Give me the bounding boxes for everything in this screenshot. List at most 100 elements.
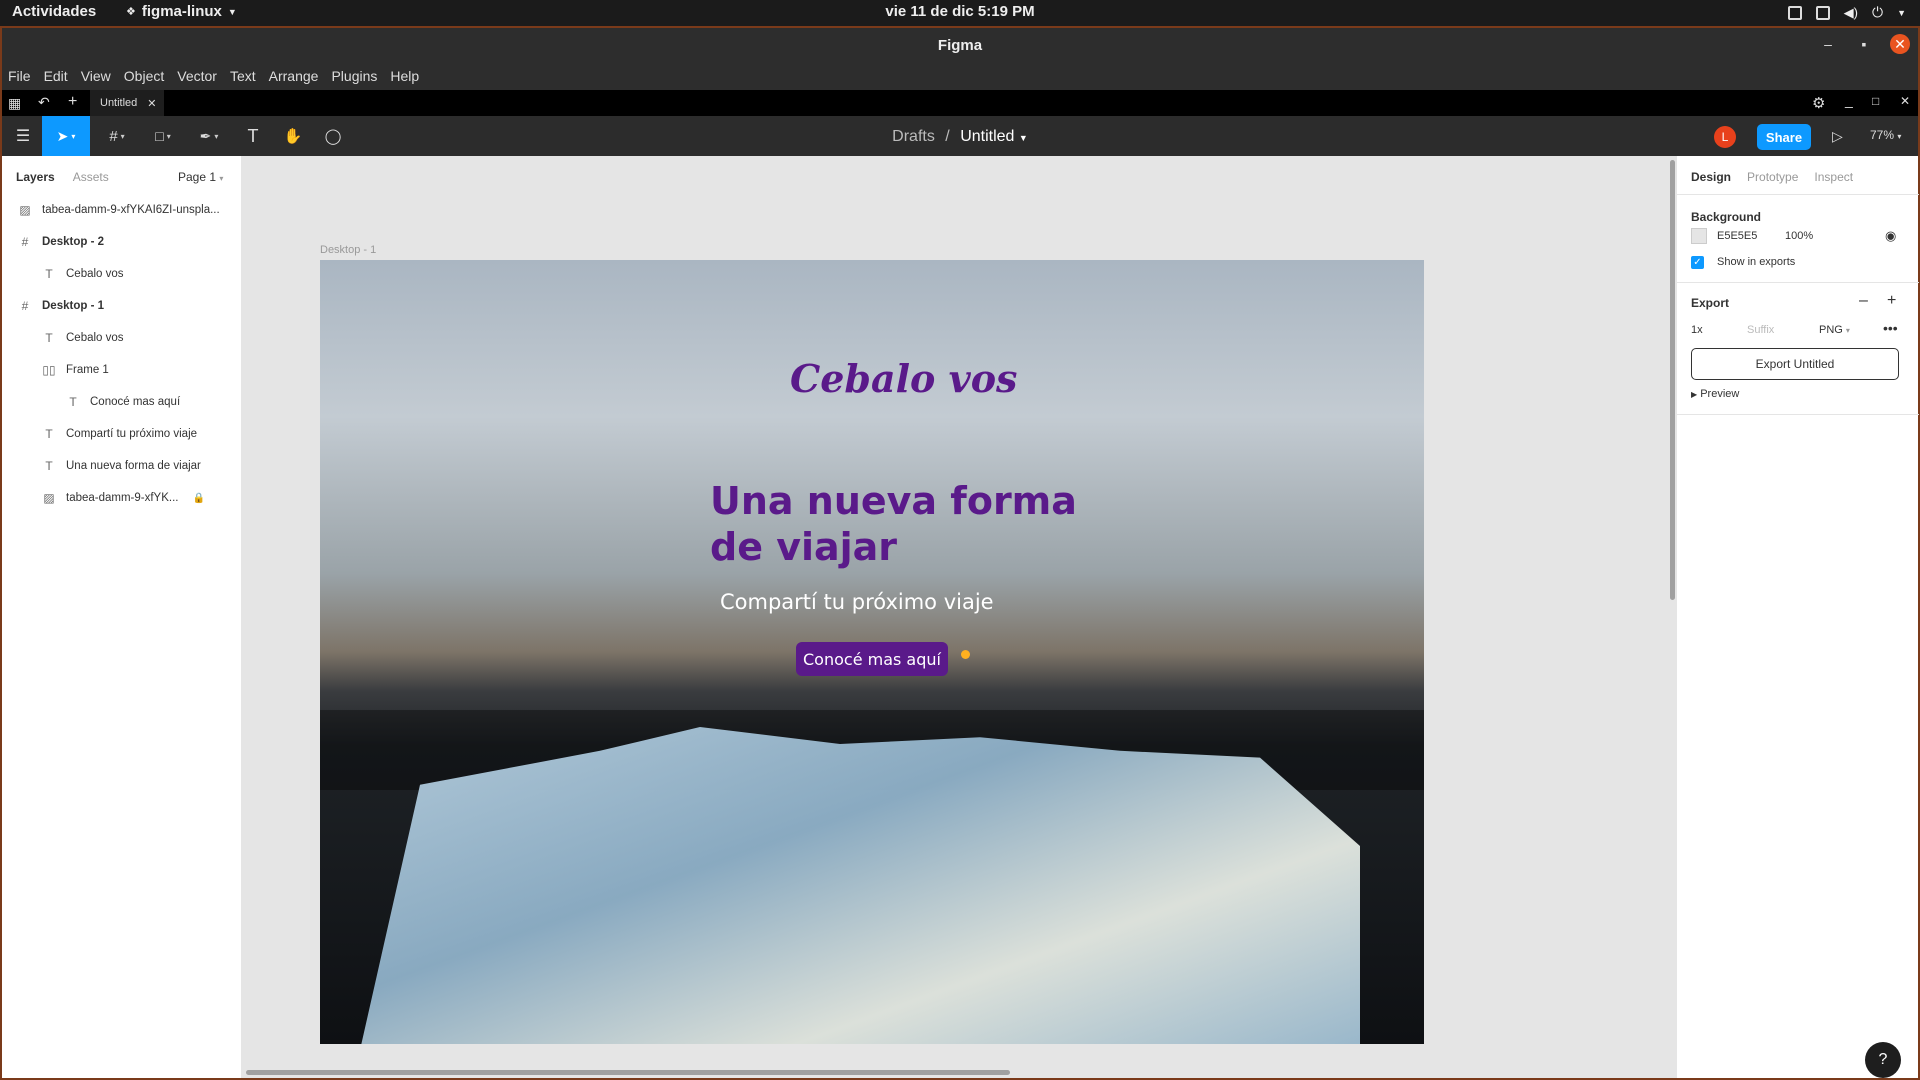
avatar[interactable]: L [1714, 126, 1736, 148]
menu-text[interactable]: Text [230, 68, 256, 84]
image-icon: ▨ [43, 491, 55, 505]
share-button[interactable]: Share [1757, 124, 1811, 150]
add-export-icon[interactable]: + [1887, 292, 1896, 310]
canvas[interactable]: Desktop - 1 Cebalo vos Una nueva forma d… [242, 156, 1676, 1078]
window-title: Figma [937, 37, 983, 54]
back-icon[interactable]: ↶ [38, 94, 50, 111]
menu-view[interactable]: View [81, 68, 111, 84]
logo-text[interactable]: Cebalo vos [790, 356, 1017, 401]
system-top-bar: Actividades ❖ figma-linux ▼ vie 11 de di… [0, 0, 1920, 26]
system-tray[interactable]: ◀) ⏻ ▼ [1787, 4, 1906, 21]
present-icon[interactable]: ▷ [1832, 128, 1843, 145]
figma-toolbar: ☰ ➤ ▾ # ▾ □ ▾ ✒ ▾ T ✋ ◯ Drafts / Untitled ▼ … [2, 116, 1918, 156]
tab-inspect[interactable]: Inspect [1814, 170, 1853, 184]
zoom-level: 77% [1870, 128, 1895, 142]
show-in-exports-checkbox[interactable]: ✓ [1691, 256, 1704, 269]
file-name[interactable]: Untitled [960, 128, 1014, 145]
menu-vector[interactable]: Vector [177, 68, 217, 84]
settings-icon[interactable]: ⚙ [1812, 94, 1825, 112]
frame-label[interactable]: Desktop - 1 [320, 244, 376, 256]
window-controls: – ▪ ✕ [1818, 34, 1910, 54]
clock[interactable]: vie 11 de dic 5:19 PM [0, 3, 1920, 20]
breadcrumb-separator: / [945, 128, 950, 145]
background-hex[interactable]: E5E5E5 [1717, 230, 1757, 242]
layer-row[interactable]: # Desktop - 1 [2, 290, 242, 322]
eye-icon[interactable]: ◉ [1885, 228, 1896, 244]
chevron-down-icon[interactable]: ▼ [1019, 133, 1028, 143]
layer-row[interactable]: ▨ tabea-damm-9-xfYK... 🔒 [2, 482, 242, 514]
maximize-icon[interactable]: ▪ [1854, 34, 1874, 54]
page-selector[interactable]: Page 1 ▾ [178, 170, 223, 184]
menu-arrange[interactable]: Arrange [269, 68, 319, 84]
divider [1677, 282, 1919, 283]
menu-file[interactable]: File [8, 68, 31, 84]
minimize-icon[interactable]: _ [1845, 92, 1853, 108]
tab-design[interactable]: Design [1691, 170, 1731, 184]
layer-label: Cebalo vos [66, 332, 124, 344]
cursor-marker [961, 650, 970, 659]
page-name: Page 1 [178, 170, 217, 184]
layer-label: Desktop - 1 [42, 300, 104, 312]
close-icon[interactable]: ✕ [1900, 94, 1910, 108]
desktop-frame[interactable]: Cebalo vos Una nueva forma de viajar Com… [320, 260, 1424, 1044]
help-button[interactable]: ? [1865, 1042, 1901, 1078]
background-opacity[interactable]: 100% [1785, 230, 1813, 242]
layer-label: Conocé mas aquí [90, 396, 181, 408]
menu-plugins[interactable]: Plugins [331, 68, 377, 84]
export-format[interactable]: PNG ▾ [1819, 324, 1850, 336]
new-tab-icon[interactable]: + [68, 93, 77, 111]
layer-row[interactable]: T Una nueva forma de viajar [2, 450, 242, 482]
horizontal-scrollbar[interactable] [246, 1070, 1010, 1075]
tab-assets[interactable]: Assets [73, 170, 109, 184]
zoom-control[interactable]: 77% ▾ [1870, 128, 1901, 142]
close-icon[interactable]: ✕ [1890, 34, 1910, 54]
home-icon[interactable]: ▦ [8, 95, 21, 112]
power-icon: ⏻ [1872, 4, 1884, 20]
tab-untitled[interactable]: Untitled ✕ [90, 90, 164, 116]
preview-toggle[interactable]: ▶ Preview [1691, 388, 1739, 400]
export-format-label: PNG [1819, 324, 1843, 336]
lock-icon[interactable]: 🔒 [192, 493, 204, 504]
vertical-scrollbar[interactable] [1670, 160, 1675, 600]
layer-row[interactable]: T Conocé mas aquí [2, 386, 242, 418]
text-icon: T [45, 267, 53, 281]
tab-layers[interactable]: Layers [16, 170, 55, 184]
menu-bar: File Edit View Object Vector Text Arrang… [2, 62, 1918, 90]
layer-row[interactable]: T Cebalo vos [2, 258, 242, 290]
maximize-icon[interactable]: □ [1872, 94, 1879, 108]
background-title: Background [1691, 210, 1762, 224]
text-icon: T [45, 331, 53, 345]
divider [1677, 194, 1919, 195]
menu-help[interactable]: Help [390, 68, 419, 84]
menu-edit[interactable]: Edit [44, 68, 68, 84]
layer-row[interactable]: ▨ tabea-damm-9-xfYKAI6ZI-unspla... [2, 194, 242, 226]
remove-export-icon[interactable]: – [1859, 292, 1868, 310]
layer-row[interactable]: ▯▯ Frame 1 [2, 354, 242, 386]
layer-label: Una nueva forma de viajar [66, 460, 201, 472]
close-tab-icon[interactable]: ✕ [147, 97, 156, 110]
layer-row[interactable]: # Desktop - 2 [2, 226, 242, 258]
layer-label: tabea-damm-9-xfYK... [66, 492, 179, 504]
layer-row[interactable]: T Cebalo vos [2, 322, 242, 354]
menu-object[interactable]: Object [124, 68, 164, 84]
auto-layout-icon: ▯▯ [42, 363, 56, 377]
tab-label: Untitled [100, 97, 138, 109]
figma-window: Figma – ▪ ✕ File Edit View Object Vector… [0, 26, 1920, 1080]
export-button[interactable]: Export Untitled [1691, 348, 1899, 380]
layer-row[interactable]: T Compartí tu próximo viaje [2, 418, 242, 450]
chevron-down-icon: ▾ [1845, 326, 1850, 335]
hero-subtitle[interactable]: Compartí tu próximo viaje [720, 590, 994, 614]
minimize-icon[interactable]: – [1818, 34, 1838, 54]
tab-prototype[interactable]: Prototype [1747, 170, 1798, 184]
more-options-icon[interactable]: ••• [1883, 320, 1898, 336]
window-titlebar[interactable]: Figma – ▪ ✕ [2, 28, 1918, 62]
chevron-down-icon: ▾ [1897, 132, 1902, 141]
volume-icon: ◀) [1843, 4, 1858, 20]
hero-cta-button[interactable]: Conocé mas aquí [796, 642, 948, 676]
export-suffix-input[interactable]: Suffix [1747, 324, 1774, 336]
background-swatch[interactable] [1691, 228, 1707, 244]
export-scale[interactable]: 1x [1691, 324, 1703, 336]
properties-panel: Design Prototype Inspect Background E5E5… [1676, 156, 1919, 1078]
breadcrumb-drafts[interactable]: Drafts [892, 128, 935, 145]
hero-title[interactable]: Una nueva forma de viajar [710, 478, 1110, 570]
